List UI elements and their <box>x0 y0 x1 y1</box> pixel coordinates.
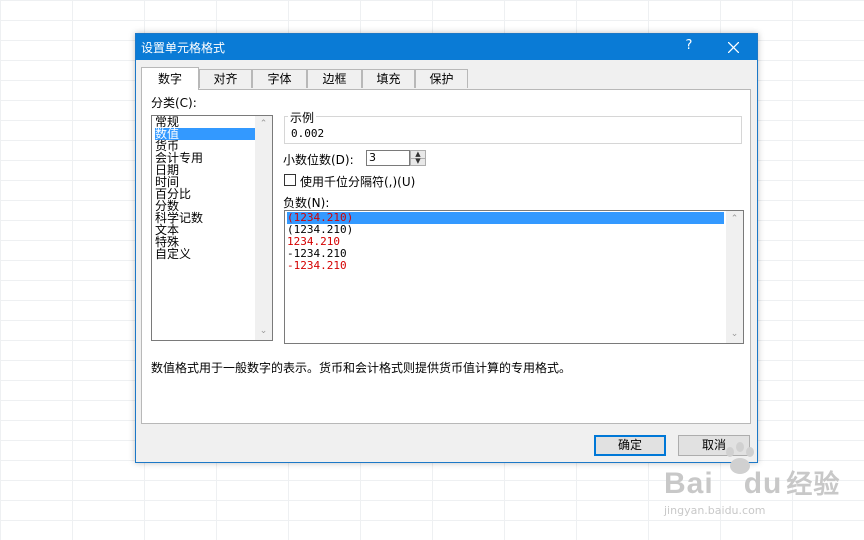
tab-fill[interactable]: 填充 <box>362 69 415 88</box>
tab-protection[interactable]: 保护 <box>415 69 468 88</box>
spin-down-icon[interactable]: ▼ <box>411 158 425 165</box>
decimals-input[interactable]: 3 <box>366 150 410 166</box>
scroll-up-icon[interactable]: ⌃ <box>730 215 739 224</box>
category-label: 分类(C): <box>151 96 197 110</box>
category-scrollbar[interactable]: ⌃ ⌄ <box>255 116 272 340</box>
format-description: 数值格式用于一般数字的表示。货币和会计格式则提供货币值计算的专用格式。 <box>151 361 572 375</box>
decimals-spinner[interactable]: ▲ ▼ <box>410 150 426 166</box>
scroll-down-icon[interactable]: ⌄ <box>730 330 739 339</box>
sample-group <box>284 116 742 144</box>
category-item[interactable]: 自定义 <box>155 248 191 260</box>
format-cells-dialog: 设置单元格格式 ? 数字 对齐 字体 边框 填充 保护 分类(C): 常规 数值… <box>135 33 758 463</box>
ok-button[interactable]: 确定 <box>594 435 666 456</box>
tab-border[interactable]: 边框 <box>307 69 362 88</box>
close-button[interactable] <box>711 34 757 60</box>
sample-value: 0.002 <box>291 127 325 140</box>
scroll-down-icon[interactable]: ⌄ <box>259 327 268 336</box>
scroll-up-icon[interactable]: ⌃ <box>259 120 268 129</box>
dialog-titlebar[interactable]: 设置单元格格式 ? <box>136 34 757 60</box>
decimals-label: 小数位数(D): <box>283 153 354 167</box>
negative-option[interactable]: -1234.210 <box>287 260 347 272</box>
close-icon <box>728 42 739 53</box>
negative-numbers-label: 负数(N): <box>283 196 330 210</box>
tab-number[interactable]: 数字 <box>141 67 199 90</box>
negative-scrollbar[interactable]: ⌃ ⌄ <box>726 211 743 343</box>
negative-numbers-list[interactable]: (1234.210) (1234.210) 1234.210 -1234.210… <box>284 210 744 344</box>
dialog-title: 设置单元格格式 <box>141 41 226 55</box>
watermark-url: jingyan.baidu.com <box>664 504 766 517</box>
tab-alignment[interactable]: 对齐 <box>199 69 252 88</box>
thousands-separator-label[interactable]: 使用千位分隔符(,)(U) <box>300 173 415 190</box>
category-list[interactable]: 常规 数值 货币 会计专用 日期 时间 百分比 分数 科学记数 文本 特殊 自定… <box>151 115 273 341</box>
tab-font[interactable]: 字体 <box>252 69 307 88</box>
help-button[interactable]: ? <box>679 38 699 56</box>
sample-label: 示例 <box>288 109 317 126</box>
thousands-separator-checkbox[interactable] <box>284 174 296 186</box>
watermark-brand: Bai du 经验 <box>664 467 841 500</box>
